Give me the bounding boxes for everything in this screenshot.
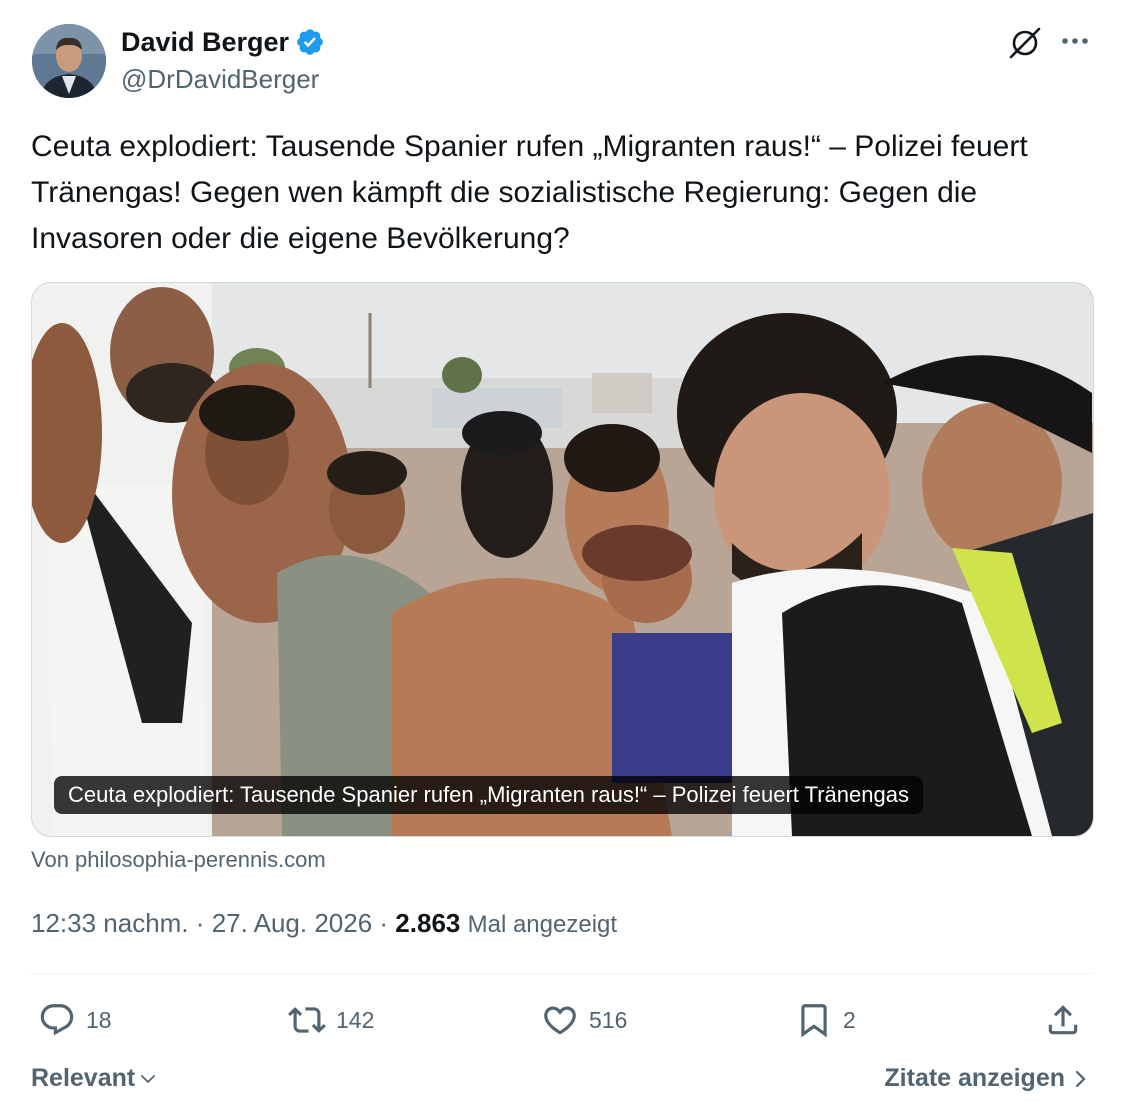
card-image — [32, 283, 1093, 836]
verified-badge-icon — [297, 29, 323, 55]
heart-icon — [544, 1006, 576, 1035]
avatar[interactable] — [32, 24, 106, 98]
bookmark-count: 2 — [843, 1006, 856, 1033]
views-label: Mal angezeigt — [467, 911, 618, 938]
sort-label: Relevant — [31, 1064, 136, 1092]
share-button[interactable] — [1044, 1000, 1082, 1040]
view-quotes-link[interactable]: Zitate anzeigen — [884, 1064, 1089, 1093]
reply-icon — [40, 1004, 74, 1036]
reply-button[interactable]: 18 — [38, 1000, 112, 1040]
more-icon[interactable] — [1058, 28, 1092, 54]
like-button[interactable]: 516 — [541, 1000, 627, 1040]
sort-replies-dropdown[interactable]: Relevant — [31, 1064, 157, 1093]
reply-count: 18 — [86, 1006, 112, 1033]
link-card[interactable]: Ceuta explodiert: Tausende Spanier rufen… — [31, 282, 1094, 837]
tweet-time[interactable]: 12:33 nachm. — [31, 908, 189, 938]
chevron-down-icon — [141, 1074, 156, 1083]
like-count: 516 — [589, 1006, 628, 1033]
repost-count: 142 — [336, 1006, 375, 1033]
meta-separator: · — [195, 908, 212, 938]
card-source-link[interactable]: Von philosophia-perennis.com — [31, 847, 326, 873]
bookmark-button[interactable]: 2 — [795, 1000, 856, 1040]
share-icon — [1048, 1005, 1078, 1035]
card-caption: Ceuta explodiert: Tausende Spanier rufen… — [54, 776, 923, 814]
tweet-meta: 12:33 nachm. · 27. Aug. 2026 · 2.863 Mal… — [31, 908, 617, 939]
meta-separator: · — [379, 908, 396, 938]
avatar-image — [32, 24, 106, 98]
tweet-text: Ceuta explodiert: Tausende Spanier rufen… — [31, 130, 1028, 255]
views-count: 2.863 — [395, 908, 461, 938]
repost-icon — [288, 1007, 326, 1033]
divider — [31, 973, 1092, 974]
author-block: David Berger @DrDavidBerger — [121, 24, 325, 95]
quotes-label: Zitate anzeigen — [884, 1064, 1065, 1092]
chevron-right-icon — [1075, 1070, 1086, 1087]
author-name[interactable]: David Berger — [121, 27, 289, 58]
repost-button[interactable]: 142 — [288, 1000, 374, 1040]
bookmark-icon — [801, 1004, 827, 1038]
grok-icon[interactable] — [1007, 25, 1043, 61]
tweet-date[interactable]: 27. Aug. 2026 — [212, 908, 372, 938]
author-handle[interactable]: @DrDavidBerger — [121, 64, 325, 95]
